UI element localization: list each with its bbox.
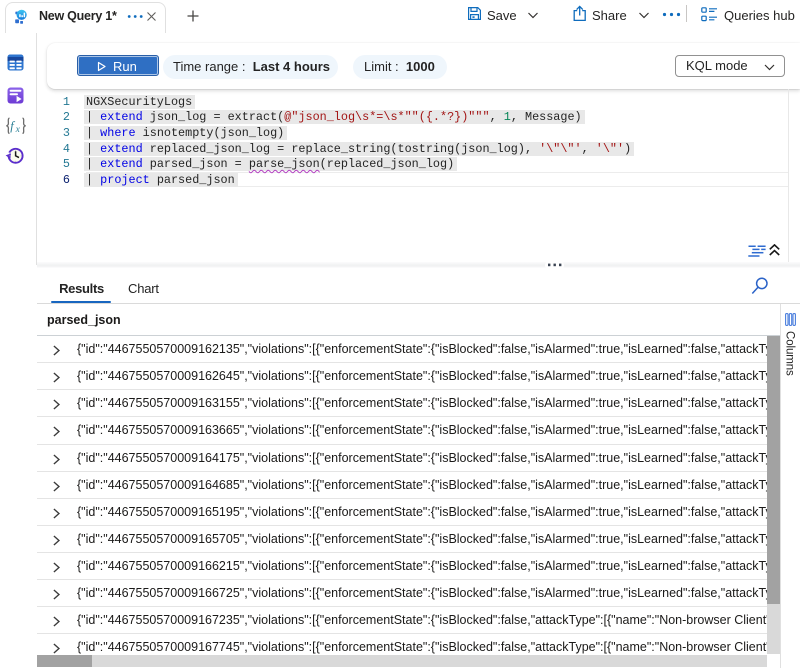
svg-text:x: x xyxy=(15,125,21,135)
svg-text:f: f xyxy=(10,119,15,133)
